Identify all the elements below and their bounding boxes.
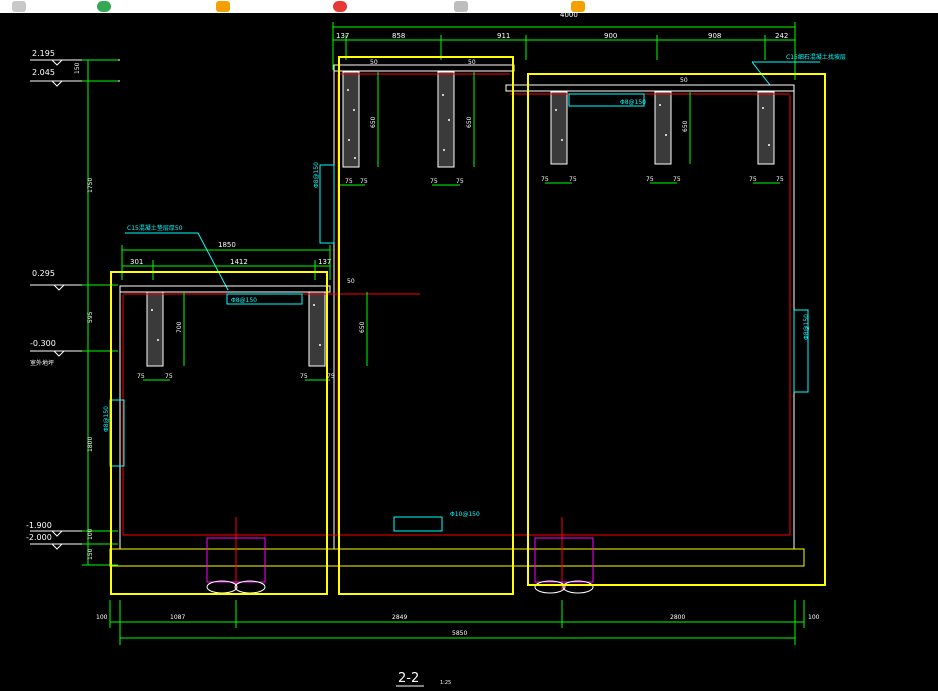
document-icon[interactable] <box>12 1 26 12</box>
level-neg0300-note: 室外地坪 <box>30 359 54 367</box>
beam-speckle <box>151 89 770 346</box>
chrome-icon[interactable] <box>97 1 111 12</box>
top-dim-1: 137 <box>336 32 349 40</box>
side-dim-3: 75 <box>300 373 308 380</box>
beam-h-4: 700 <box>176 321 183 333</box>
level-neg1900: -1.900 <box>26 521 52 530</box>
bottom-dim-3: 2849 <box>392 614 407 621</box>
beam-height-dims <box>143 72 780 381</box>
level-neg0300: -0.300 <box>30 339 56 348</box>
bottom-dim-1: 100 <box>96 614 108 621</box>
slab-dim-3: 50 <box>680 77 688 84</box>
left-chamber-dim-1: 301 <box>130 258 143 266</box>
side-dim-12: 75 <box>673 176 681 183</box>
note-left-top: C15混凝土垫层厚50 <box>127 224 183 232</box>
left-dim-150b: 150 <box>87 548 94 560</box>
highlight-right-chamber <box>527 73 826 586</box>
side-dim-14: 75 <box>776 176 784 183</box>
rebar-label-6: Φ8@150 <box>803 314 810 340</box>
level-2045: 2.045 <box>32 68 55 77</box>
left-dim-1750: 1750 <box>87 178 94 193</box>
beam-h-3: 650 <box>682 120 689 132</box>
rebar-markers <box>109 93 809 532</box>
left-chamber-dim-2: 1412 <box>230 258 248 266</box>
level-neg2000: -2.000 <box>26 533 52 542</box>
left-dim-150: 150 <box>74 62 81 74</box>
left-dim-595: 595 <box>87 311 94 323</box>
rebar-label-5: Φ8@150 <box>103 406 110 432</box>
top-dim-2: 858 <box>392 32 405 40</box>
rebar-label-1: Φ8@150 <box>231 297 257 304</box>
left-level-markers <box>30 59 120 550</box>
left-dim-100: 100 <box>87 528 94 540</box>
side-dim-1: 75 <box>137 373 145 380</box>
highlight-left-chamber <box>110 271 328 595</box>
bottom-dim-2: 1087 <box>170 614 185 621</box>
pipe-ends <box>206 580 594 594</box>
level-0295: 0.295 <box>32 269 55 278</box>
beam-h-5: 650 <box>359 321 366 333</box>
annotation-leaders <box>125 61 820 291</box>
top-dim-4: 900 <box>604 32 617 40</box>
bottom-dim-4: 2800 <box>670 614 685 621</box>
page-icon[interactable] <box>454 1 468 12</box>
rebar-label-4: Φ8@150 <box>313 162 320 188</box>
section-title: 2-2 <box>398 671 419 686</box>
slab-dim-2: 50 <box>468 59 476 66</box>
base-slab-highlight <box>109 548 805 567</box>
rebar-label-3: Φ10@150 <box>450 511 480 518</box>
side-dim-9: 75 <box>541 176 549 183</box>
cad-drawing-canvas[interactable]: 4000 137 858 911 900 908 242 2.195 2.045… <box>0 13 938 691</box>
slab-dim-1: 50 <box>370 59 378 66</box>
side-dim-4: 75 <box>327 373 335 380</box>
beam-h-2: 650 <box>466 116 473 128</box>
bottom-dimension-chain <box>109 600 805 645</box>
bottom-dim-5: 100 <box>808 614 820 621</box>
slab-dim-4: 50 <box>347 278 355 285</box>
left-chamber-total: 1850 <box>218 241 236 249</box>
bottom-total-dim: 5850 <box>452 630 467 637</box>
concrete-beams <box>146 71 775 367</box>
top-dim-6: 242 <box>775 32 788 40</box>
rebar-label-2: Φ8@150 <box>620 99 646 106</box>
beam-h-1: 650 <box>370 116 377 128</box>
side-dim-10: 75 <box>569 176 577 183</box>
note-right-top: C15细石混凝土找坡层 <box>786 53 846 61</box>
section-scale: 1:25 <box>440 680 451 686</box>
top-dim-3: 911 <box>497 32 510 40</box>
level-2195: 2.195 <box>32 49 55 58</box>
folder-icon[interactable] <box>216 1 230 12</box>
left-dim-1800: 1800 <box>87 437 94 452</box>
left-chamber-dim-3: 137 <box>318 258 331 266</box>
side-dim-7: 75 <box>430 178 438 185</box>
side-dim-11: 75 <box>646 176 654 183</box>
left-chamber-top-dims <box>121 245 331 280</box>
top-toolbar <box>0 0 938 13</box>
record-icon[interactable] <box>333 1 347 12</box>
side-dim-6: 75 <box>360 178 368 185</box>
side-dim-13: 75 <box>749 176 757 183</box>
side-dim-2: 75 <box>165 373 173 380</box>
top-dim-5: 908 <box>708 32 721 40</box>
pipe-outlines <box>206 537 594 583</box>
folder-icon-2[interactable] <box>571 1 585 12</box>
top-total-dim: 4000 <box>560 13 578 19</box>
structure-outline <box>109 64 805 567</box>
side-dim-5: 75 <box>345 178 353 185</box>
side-dim-8: 75 <box>456 178 464 185</box>
